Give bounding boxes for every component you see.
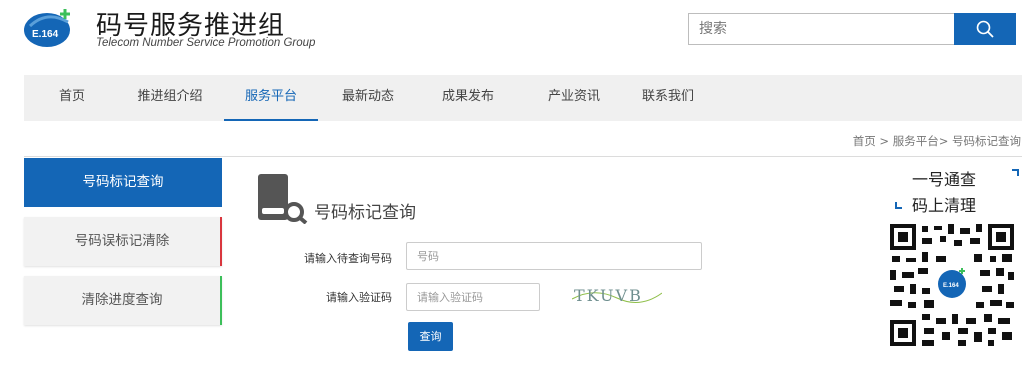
divider [24,156,1022,157]
nav-item-results[interactable]: 成果发布 [436,75,500,121]
nav-item-contact[interactable]: 联系我们 [636,75,700,121]
query-button[interactable]: 查询 [408,322,453,351]
qr-code-image: E.164 [888,222,1016,348]
main-nav: 首页 推进组介绍 服务平台 最新动态 成果发布 产业资讯 联系我们 [24,75,1022,121]
promo-frame-corners [895,169,1019,209]
sidebar-item-progress-query[interactable]: 清除进度查询 [24,276,222,325]
captcha-label: 请输入验证码 [326,291,392,304]
qr-logo-text: E.164 [943,283,959,289]
logo-text: E.164 [32,29,59,40]
nav-item-home[interactable]: 首页 [52,75,92,121]
search-icon [976,20,994,38]
search-button[interactable] [954,13,1016,45]
nav-item-about[interactable]: 推进组介绍 [128,75,212,121]
number-input[interactable] [406,242,702,270]
captcha-input[interactable] [406,283,540,311]
captcha-image[interactable]: TKUVB [572,283,662,307]
page-title: 号码标记查询 [314,203,416,223]
e164-logo: E.164 [24,9,70,47]
breadcrumb: 首页 > 服务平台> 号码标记查询 [852,134,1021,148]
sidebar-item-mark-clear[interactable]: 号码误标记清除 [24,217,222,266]
sidebar-item-number-mark-query[interactable]: 号码标记查询 [24,158,222,207]
book-search-icon [258,174,308,224]
nav-item-industry[interactable]: 产业资讯 [542,75,606,121]
captcha-text: TKUVB [574,286,643,305]
nav-item-news[interactable]: 最新动态 [336,75,400,121]
search-input[interactable] [688,13,954,45]
number-label: 请输入待查询号码 [304,252,392,265]
site-subtitle: Telecom Number Service Promotion Group [96,37,316,49]
nav-item-service-platform[interactable]: 服务平台 [224,75,318,121]
